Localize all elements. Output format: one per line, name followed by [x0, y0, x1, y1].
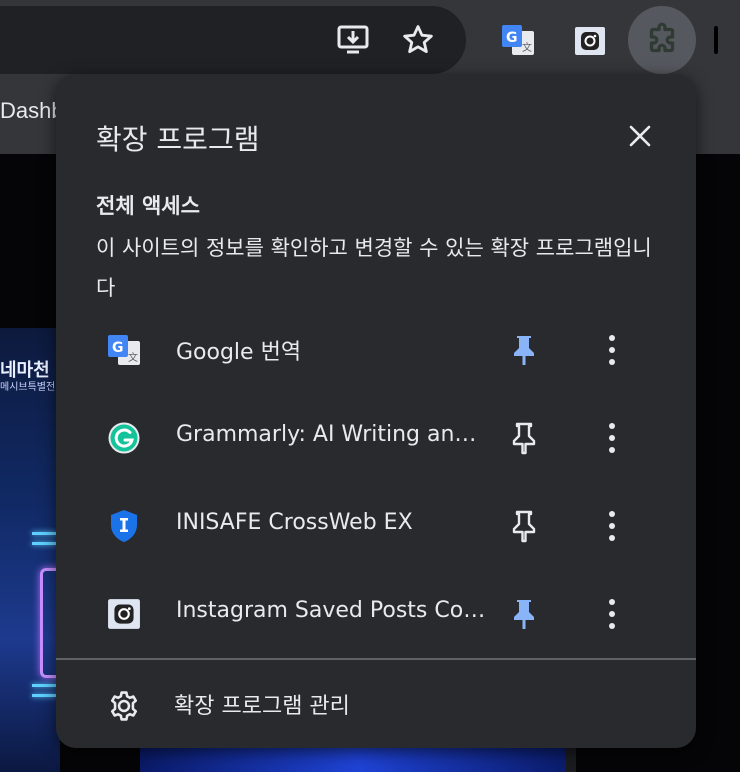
- extension-row[interactable]: G 文 Google 번역: [56, 306, 696, 394]
- install-app-icon[interactable]: [334, 22, 374, 58]
- toolbar-separator: [714, 26, 718, 54]
- pin-filled-icon: [514, 600, 534, 629]
- extension-name[interactable]: Google 번역: [176, 334, 486, 366]
- extension-name[interactable]: INISAFE CrossWeb EX: [176, 510, 486, 535]
- more-vert-icon: [609, 511, 615, 541]
- page-banner: [140, 748, 576, 772]
- close-icon: [629, 125, 651, 147]
- more-options-button[interactable]: [592, 330, 632, 370]
- pin-filled-icon: [514, 336, 534, 365]
- poster-image: [0, 328, 60, 772]
- close-button[interactable]: [620, 116, 660, 156]
- pin-outline-icon: [512, 510, 536, 543]
- more-vert-icon: [609, 335, 615, 365]
- manage-extensions-label: 확장 프로그램 관리: [174, 694, 350, 719]
- more-vert-icon: [609, 423, 615, 453]
- address-bar[interactable]: [0, 6, 466, 74]
- extension-row[interactable]: Grammarly: AI Writing and Grammar Checke…: [56, 394, 696, 482]
- pin-outline-icon: [512, 422, 536, 455]
- extension-name[interactable]: Instagram Saved Posts Collector: [176, 598, 486, 623]
- pin-button[interactable]: [504, 418, 544, 458]
- manage-extensions-button[interactable]: 확장 프로그램 관리: [56, 660, 696, 748]
- pin-button[interactable]: [504, 594, 544, 634]
- svg-text:文: 文: [128, 351, 138, 364]
- browser-window: 네마천 메시브특별전 G 文 Dashb 확장 프로그램 전체 액세스 이 사이…: [0, 0, 740, 772]
- pin-button[interactable]: [504, 506, 544, 546]
- more-vert-icon: [609, 599, 615, 629]
- svg-text:G: G: [506, 30, 518, 46]
- popup-title: 확장 프로그램: [96, 123, 260, 156]
- bookmark-star-icon[interactable]: [398, 20, 438, 60]
- section-heading: 전체 액세스: [96, 194, 200, 218]
- grammarly-icon: [104, 418, 144, 458]
- instagram-saver-icon: [104, 594, 144, 634]
- more-options-button[interactable]: [592, 594, 632, 634]
- google-translate-icon[interactable]: G 文: [498, 22, 538, 58]
- extension-row[interactable]: INISAFE CrossWeb EX: [56, 482, 696, 570]
- more-options-button[interactable]: [592, 506, 632, 546]
- extension-row[interactable]: Instagram Saved Posts Collector: [56, 570, 696, 658]
- more-options-button[interactable]: [592, 418, 632, 458]
- extensions-puzzle-icon[interactable]: [628, 6, 696, 74]
- neon-decoration: [32, 532, 56, 535]
- poster-subtitle: 메시브특별전: [0, 382, 56, 393]
- google-translate-icon: G 文: [104, 330, 144, 370]
- tab-title[interactable]: Dashb: [0, 98, 64, 124]
- neon-decoration: [32, 542, 56, 545]
- inisafe-shield-icon: [104, 506, 144, 546]
- pin-button[interactable]: [504, 330, 544, 370]
- section-description: 이 사이트의 정보를 확인하고 변경할 수 있는 확장 프로그램입니다: [96, 236, 652, 300]
- instagram-saver-icon[interactable]: [572, 24, 608, 58]
- extensions-popup: 확장 프로그램 전체 액세스 이 사이트의 정보를 확인하고 변경할 수 있는 …: [56, 74, 696, 748]
- neon-decoration: [32, 694, 56, 697]
- svg-text:G: G: [112, 340, 124, 356]
- svg-text:文: 文: [522, 41, 532, 54]
- gear-icon: [104, 686, 144, 726]
- extension-name[interactable]: Grammarly: AI Writing and Grammar Checke…: [176, 422, 486, 447]
- neon-decoration: [32, 684, 56, 687]
